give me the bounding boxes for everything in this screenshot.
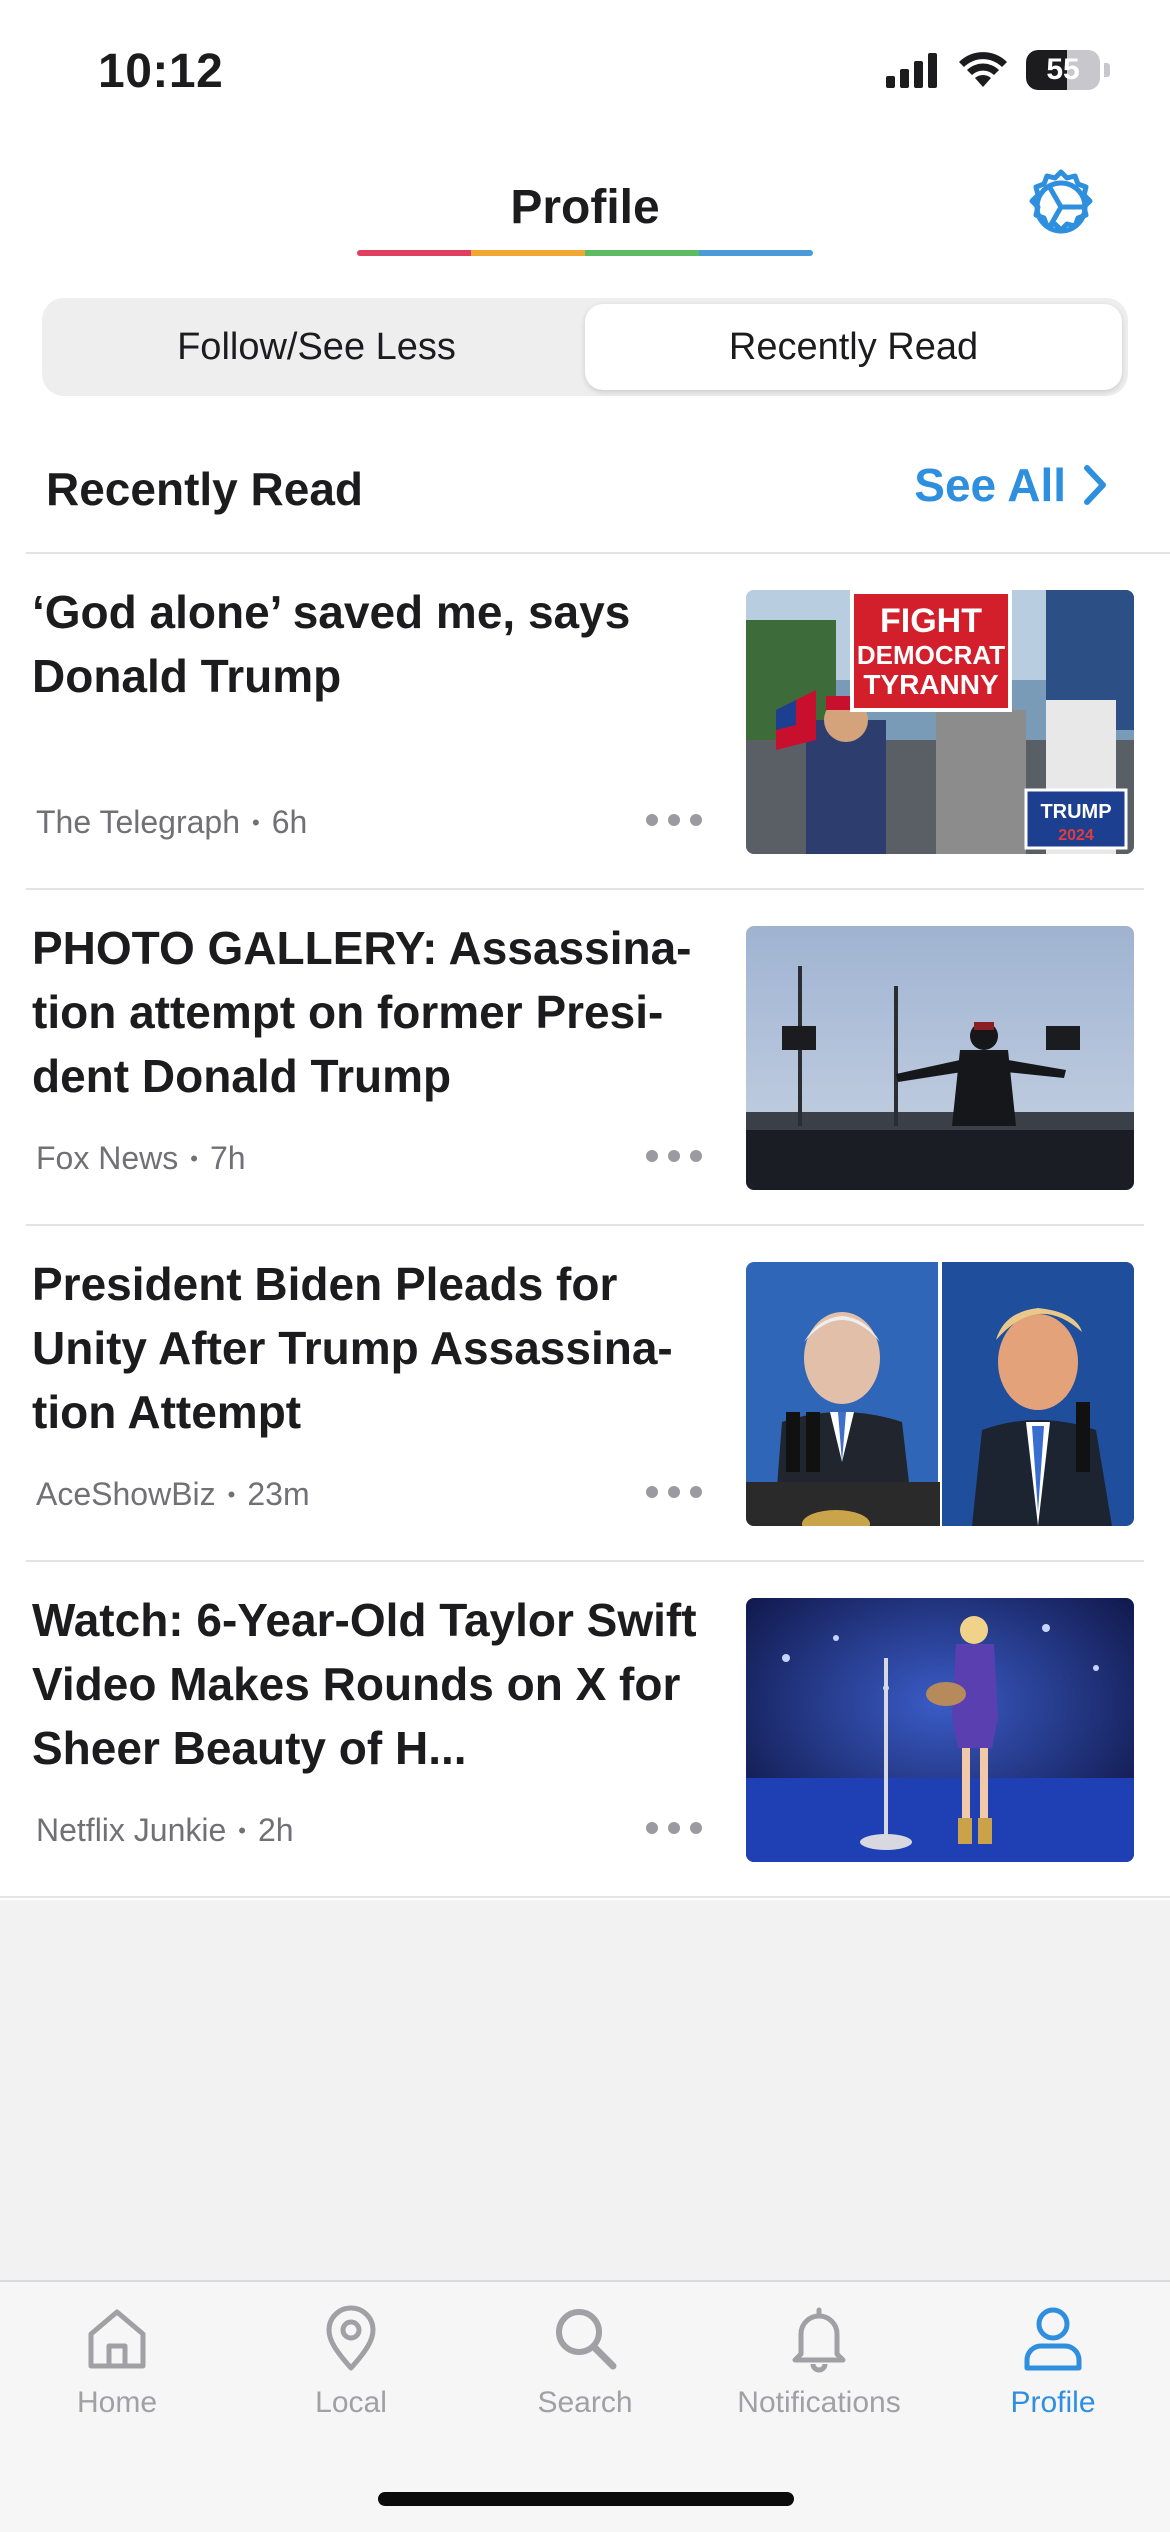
article-thumbnail[interactable] (746, 926, 1134, 1190)
more-options-button[interactable] (646, 1818, 702, 1838)
see-all-label: See All (914, 459, 1066, 511)
segmented-control: Follow/See Less Recently Read (42, 298, 1128, 396)
meta-separator: • (227, 1481, 236, 1507)
article-source: The Telegraph (36, 804, 240, 840)
tab-label: Notifications (737, 2386, 901, 2419)
section-title: Recently Read (46, 463, 364, 515)
status-bar: 10:12 55 (0, 0, 1170, 140)
more-options-button[interactable] (646, 1146, 702, 1166)
battery-indicator: 55 (1026, 50, 1100, 90)
battery-level: 55 (1046, 53, 1080, 86)
article-age: 7h (209, 1140, 246, 1176)
tab-profile[interactable]: Profile (936, 2302, 1170, 2420)
profile-screen: 10:12 55 Profile Follow/See Less Recentl… (0, 0, 1170, 2532)
sign2-text-line-2: 2024 (1058, 827, 1094, 844)
article-headline[interactable]: PHOTO GALLERY: Assassina-tion attempt on… (32, 916, 712, 1108)
tab-home[interactable]: Home (0, 2302, 234, 2420)
status-time: 10:12 (98, 45, 224, 98)
title-underline-segment (699, 250, 813, 256)
tab-label: Local (315, 2386, 387, 2419)
article-source: Netflix Junkie (36, 1812, 227, 1848)
article-list: ‘God alone’ saved me, says Donald Trump … (0, 554, 1170, 1898)
article-meta: The Telegraph • 6h (36, 804, 307, 841)
article-card[interactable]: ‘God alone’ saved me, says Donald Trump … (0, 554, 1170, 890)
header: Profile (0, 150, 1170, 270)
article-age: 2h (258, 1812, 294, 1848)
title-underline (357, 250, 813, 256)
person-icon (1024, 2307, 1082, 2371)
bell-icon (792, 2307, 846, 2373)
meta-separator: • (190, 1145, 198, 1171)
title-underline-segment (585, 250, 699, 256)
wifi-icon (959, 52, 1007, 87)
chevron-right-icon (1084, 465, 1106, 505)
tab-search[interactable]: Search (468, 2302, 702, 2420)
tab-label: Home (76, 2386, 158, 2419)
article-meta: Fox News • 7h (36, 1140, 246, 1177)
article-card[interactable]: President Biden Pleads for Unity After T… (0, 1226, 1170, 1562)
segment-follow-see-less[interactable]: Follow/See Less (48, 304, 585, 390)
sign-text-line-2: DEMOCRAT (857, 640, 1005, 670)
article-thumbnail[interactable] (746, 1598, 1134, 1862)
settings-button[interactable] (1022, 168, 1100, 246)
meta-separator: • (238, 1817, 246, 1843)
page-title: Profile (510, 181, 660, 234)
article-card[interactable]: PHOTO GALLERY: Assassina-tion attempt on… (0, 890, 1170, 1226)
see-all-link[interactable]: See All (914, 458, 1108, 512)
meta-separator: • (252, 809, 260, 835)
tab-notifications[interactable]: Notifications (702, 2302, 936, 2420)
article-meta: Netflix Junkie • 2h (36, 1812, 294, 1849)
article-thumbnail[interactable] (746, 1262, 1134, 1526)
article-headline[interactable]: President Biden Pleads for Unity After T… (32, 1252, 712, 1444)
article-source: AceShowBiz (36, 1476, 216, 1512)
cellular-signal-icon (886, 53, 937, 88)
search-icon (556, 2309, 617, 2370)
article-card[interactable]: Watch: 6-Year-Old Taylor Swift Video Mak… (0, 1562, 1170, 1898)
tab-label: Search (537, 2386, 633, 2419)
article-source: Fox News (36, 1140, 179, 1176)
map-pin-icon (326, 2305, 376, 2371)
section-header: Recently Read See All (0, 440, 1170, 550)
article-age: 23m (247, 1476, 310, 1512)
rally-stage-silhouette-photo (746, 926, 1134, 1190)
article-meta: AceShowBiz • 23m (36, 1476, 310, 1513)
article-age: 6h (271, 804, 308, 840)
biden-trump-split-photo (746, 1262, 1134, 1526)
article-headline[interactable]: Watch: 6-Year-Old Taylor Swift Video Mak… (32, 1588, 712, 1780)
tab-local[interactable]: Local (234, 2302, 468, 2420)
singer-on-stage-photo (746, 1598, 1134, 1862)
more-options-button[interactable] (646, 810, 702, 830)
segment-recently-read[interactable]: Recently Read (585, 304, 1122, 390)
sign2-text-line-1: TRUMP (1040, 801, 1111, 823)
status-icons: 55 (886, 50, 1110, 90)
battery-cap (1104, 63, 1110, 77)
article-thumbnail[interactable]: FIGHT DEMOCRAT TYRANNY TRUMP 2024 (746, 590, 1134, 854)
home-indicator (378, 2492, 794, 2506)
sign-text-line-3: TYRANNY (863, 669, 999, 700)
sign-text-line-1: FIGHT (880, 602, 982, 640)
home-icon (88, 2309, 146, 2369)
more-options-button[interactable] (646, 1482, 702, 1502)
title-underline-segment (357, 250, 471, 256)
article-headline[interactable]: ‘God alone’ saved me, says Donald Trump (32, 580, 712, 708)
settings-icon (1029, 169, 1093, 234)
campaign-rally-photo: FIGHT DEMOCRAT TYRANNY TRUMP 2024 (746, 590, 1134, 854)
title-underline-segment (471, 250, 585, 256)
tab-label: Profile (1010, 2386, 1096, 2419)
